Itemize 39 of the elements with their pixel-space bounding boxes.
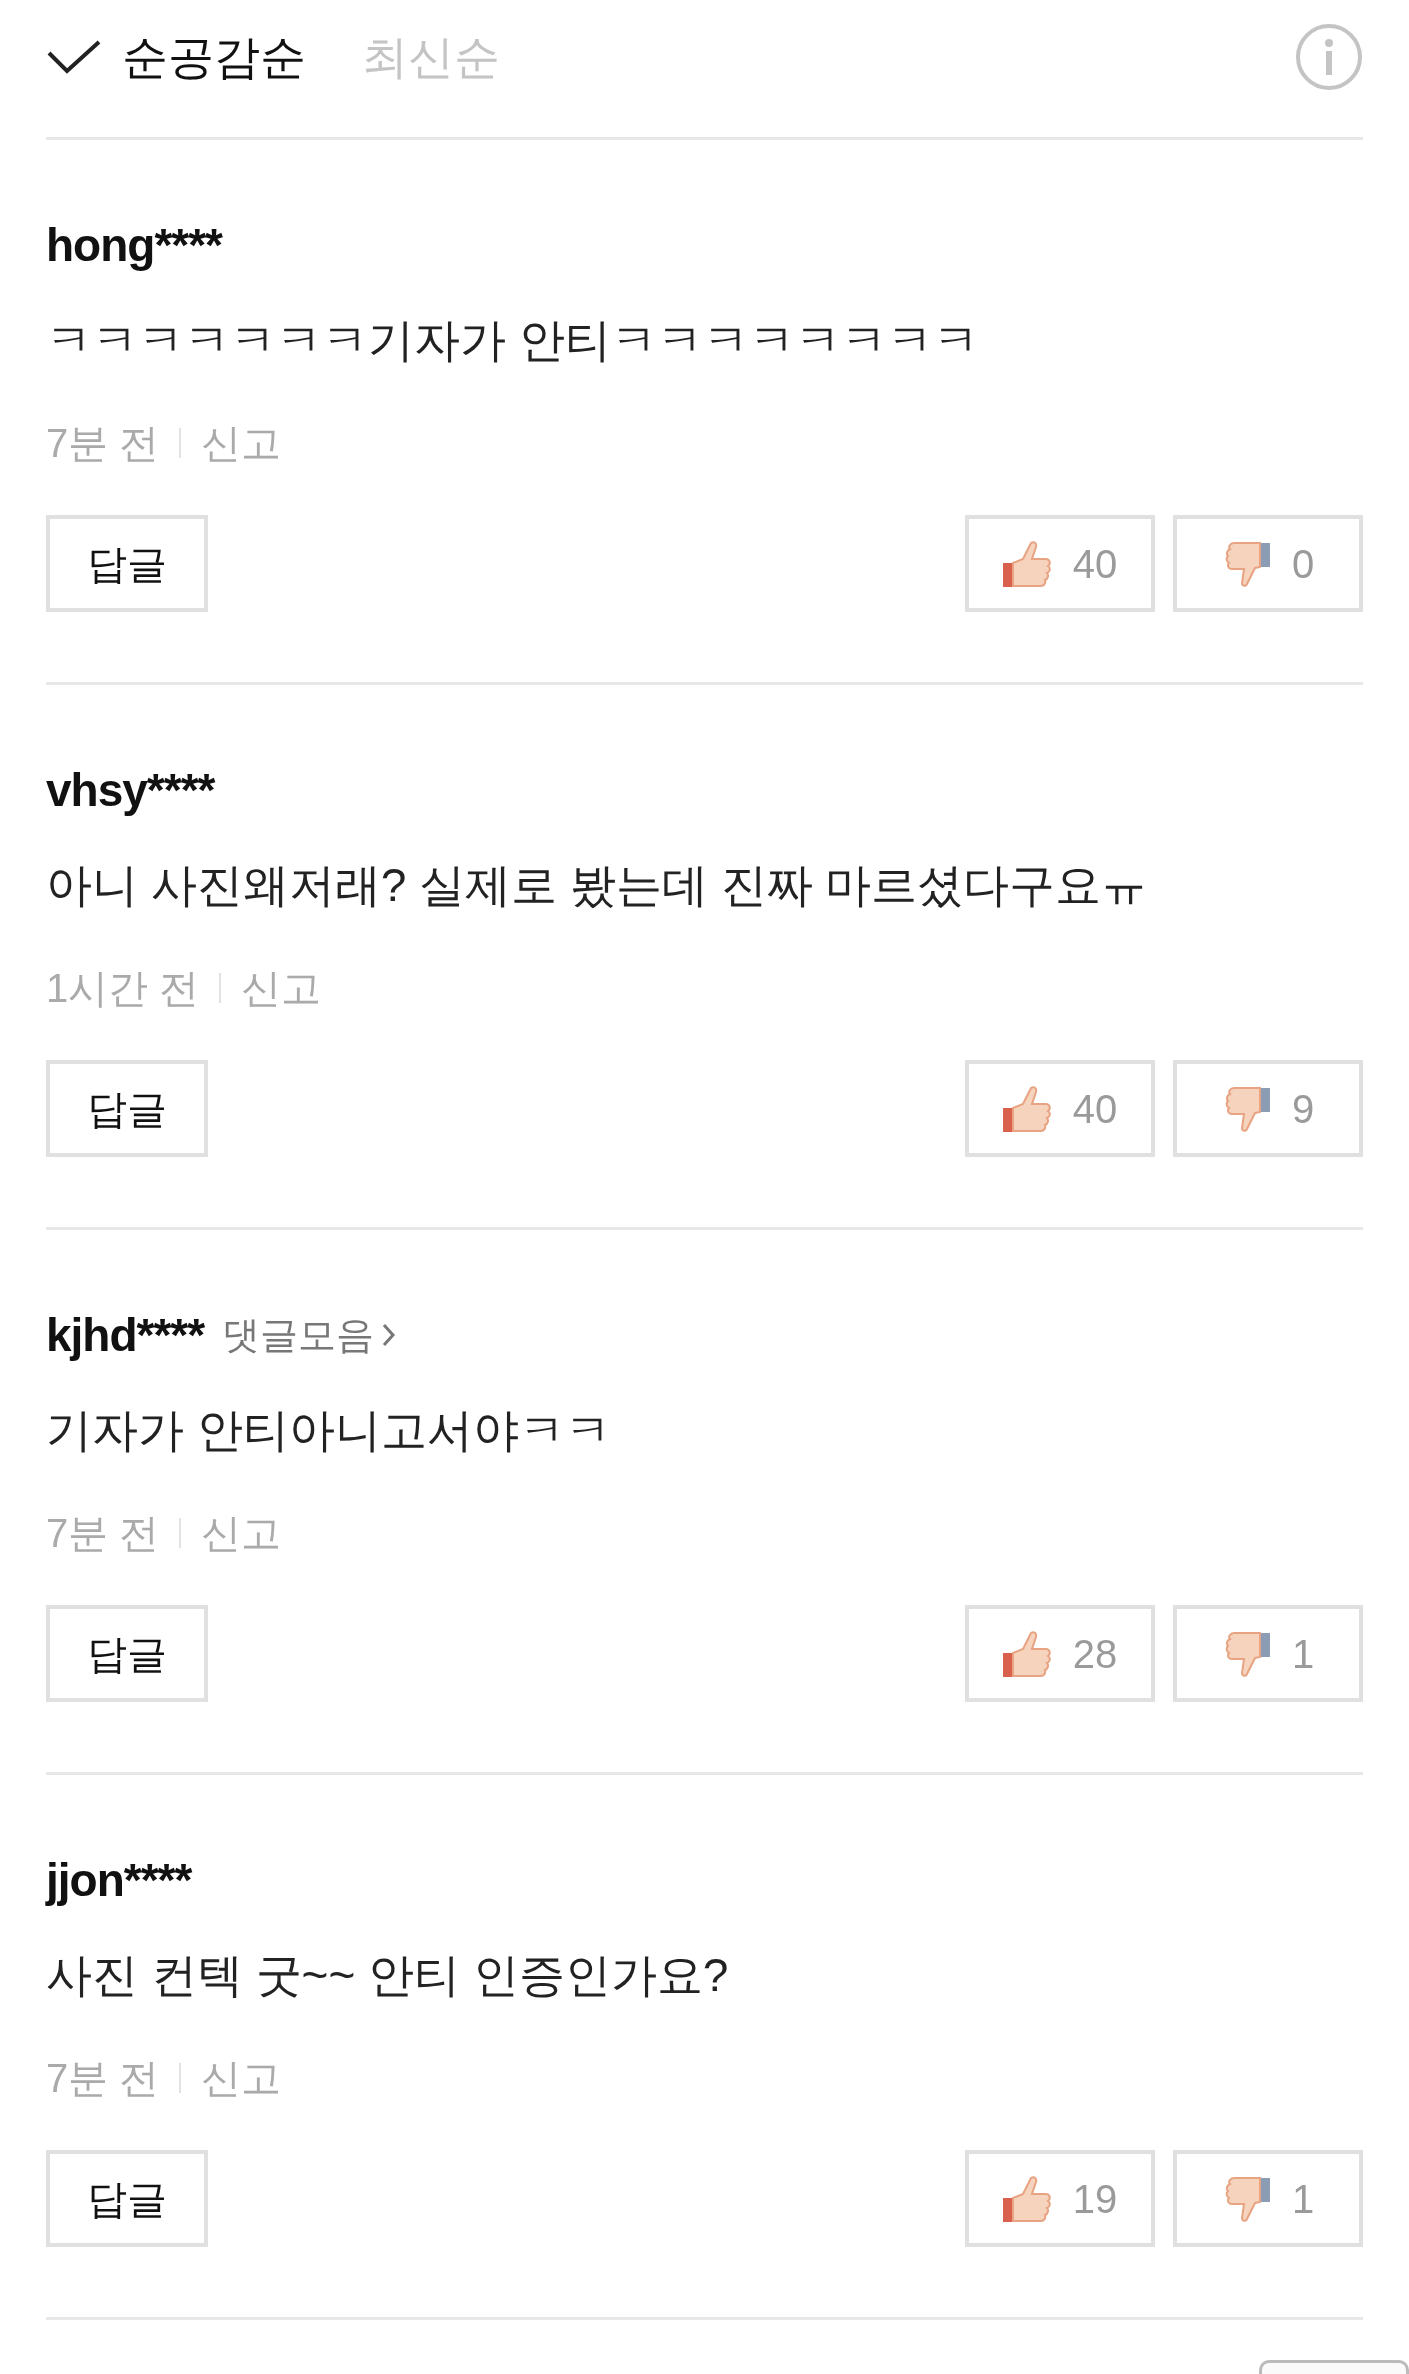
report-link[interactable]: 신고 bbox=[201, 413, 282, 473]
dislike-button[interactable]: 0 bbox=[1173, 515, 1363, 612]
comment-collection-link[interactable]: 댓글모음 bbox=[222, 1305, 397, 1365]
chevron-right-icon bbox=[382, 1323, 397, 1347]
dislike-button[interactable]: 1 bbox=[1173, 1605, 1363, 1702]
info-icon[interactable] bbox=[1295, 22, 1363, 91]
like-button[interactable]: 40 bbox=[965, 515, 1155, 612]
thumbs-up-icon bbox=[1002, 1085, 1051, 1132]
username[interactable]: hong**** bbox=[46, 215, 222, 275]
like-button[interactable]: 19 bbox=[965, 2150, 1155, 2247]
username[interactable]: vhsy**** bbox=[46, 760, 215, 820]
comment-text: 기자가 안티아니고서야ㅋㅋ bbox=[46, 1403, 612, 1458]
comment-text: 사진 컨텍 굿~~ 안티 인증인가요? bbox=[46, 1948, 730, 2003]
reply-button[interactable]: 답글 bbox=[46, 1605, 208, 1702]
like-button[interactable]: 40 bbox=[965, 1060, 1155, 1157]
check-icon bbox=[46, 38, 102, 75]
timestamp: 1시간 전 bbox=[46, 965, 200, 1012]
thumbs-up-icon bbox=[1002, 540, 1051, 587]
report-link[interactable]: 신고 bbox=[241, 958, 322, 1018]
username[interactable]: jjon**** bbox=[46, 1850, 192, 1910]
username[interactable]: kjhd**** bbox=[46, 1305, 205, 1365]
reply-button[interactable]: 답글 bbox=[46, 2150, 208, 2247]
timestamp: 7분 전 bbox=[46, 2055, 160, 2102]
thumbs-up-icon bbox=[1002, 1630, 1051, 1677]
comment-text: 아니 사진왜저래? 실제로 봤는데 진짜 마르셨다구요ㅠ bbox=[46, 858, 1149, 913]
comment-text: ㅋㅋㅋㅋㅋㅋㅋ기자가 안티ㅋㅋㅋㅋㅋㅋㅋㅋ bbox=[46, 313, 980, 368]
sort-tab[interactable]: 순공감순 bbox=[46, 26, 306, 87]
like-button[interactable]: 28 bbox=[965, 1605, 1155, 1702]
dislike-button[interactable]: 9 bbox=[1173, 1060, 1363, 1157]
report-link[interactable]: 신고 bbox=[201, 1503, 282, 1563]
sort-tab[interactable]: 최신순 bbox=[362, 26, 500, 87]
report-link[interactable]: 신고 bbox=[201, 2048, 282, 2108]
timestamp: 7분 전 bbox=[46, 1510, 160, 1557]
reply-button[interactable]: 답글 bbox=[46, 1060, 208, 1157]
timestamp: 7분 전 bbox=[46, 420, 160, 467]
reply-button[interactable]: 답글 bbox=[46, 515, 208, 612]
thumbs-up-icon bbox=[1002, 2175, 1051, 2222]
dislike-button[interactable]: 1 bbox=[1173, 2150, 1363, 2247]
floating-button[interactable] bbox=[1259, 2360, 1409, 2374]
